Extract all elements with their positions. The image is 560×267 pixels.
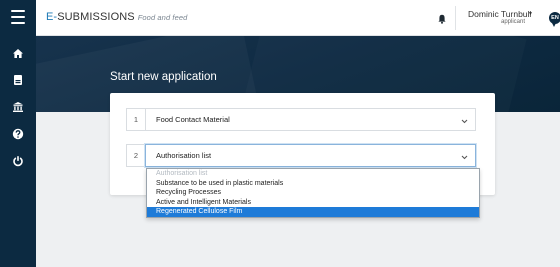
menu-icon[interactable] [0,4,36,30]
help-icon[interactable] [0,123,36,145]
category-select[interactable]: Food Contact Material [145,108,476,131]
institution-icon[interactable] [0,96,36,118]
user-name[interactable]: Dominic Turnbull [468,9,531,19]
step-number: 1 [126,108,145,131]
user-role: applicant [501,19,526,25]
brand-prefix: E- [46,11,58,23]
chevron-down-icon [461,117,468,126]
select-value: Authorisation list [156,151,212,160]
brand-tagline: Food and feed [137,13,188,22]
document-icon[interactable] [0,69,36,91]
brand-name: SUBMISSIONS [57,11,135,23]
divider [455,6,456,30]
chevron-down-icon [461,153,468,162]
home-icon[interactable] [0,42,36,64]
dropdown-option[interactable]: Substance to be used in plastic material… [147,179,479,189]
dropdown-option-highlighted[interactable]: Regenerated Cellulose Film [147,207,479,217]
app-brand[interactable]: E-SUBMISSIONS Food and feed [46,11,187,23]
dropdown-list: Authorisation list Substance to be used … [146,168,480,218]
subcategory-select[interactable]: Authorisation list [145,144,476,167]
power-icon[interactable] [0,150,36,172]
sidebar [0,0,36,267]
page-title: Start new application [110,71,217,83]
dropdown-option[interactable]: Active and Intelligent Materials [147,198,479,208]
select-value: Food Contact Material [156,115,230,124]
language-badge[interactable]: EN [549,12,560,27]
dropdown-option-placeholder[interactable]: Authorisation list [147,169,479,179]
dropdown-option[interactable]: Recycling Processes [147,188,479,198]
step-number: 2 [126,144,145,167]
chevron-down-icon[interactable]: ▼ [528,11,533,17]
top-bar: E-SUBMISSIONS Food and feed Dominic Turnb… [36,0,560,36]
bell-icon[interactable] [438,11,446,29]
